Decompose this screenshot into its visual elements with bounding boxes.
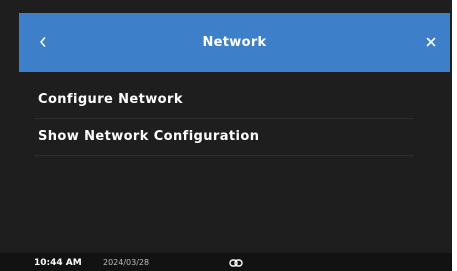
chevron-left-icon xyxy=(40,37,46,47)
device-screen: Network Configure Network Show Network C… xyxy=(0,0,452,271)
menu-item-configure-network[interactable]: Configure Network xyxy=(34,82,414,119)
menu-item-show-network-configuration[interactable]: Show Network Configuration xyxy=(34,119,414,156)
status-date: 2024/03/28 xyxy=(103,258,150,267)
close-button[interactable] xyxy=(418,29,444,55)
header-bar: Network xyxy=(19,13,450,72)
status-time: 10:44 AM xyxy=(34,258,82,268)
close-icon xyxy=(426,37,436,47)
menu-list: Configure Network Show Network Configura… xyxy=(34,82,414,156)
page-title: Network xyxy=(202,35,267,50)
status-bar: 10:44 AM 2024/03/28 xyxy=(0,253,452,271)
back-button[interactable] xyxy=(30,29,56,55)
link-icon xyxy=(229,259,243,267)
